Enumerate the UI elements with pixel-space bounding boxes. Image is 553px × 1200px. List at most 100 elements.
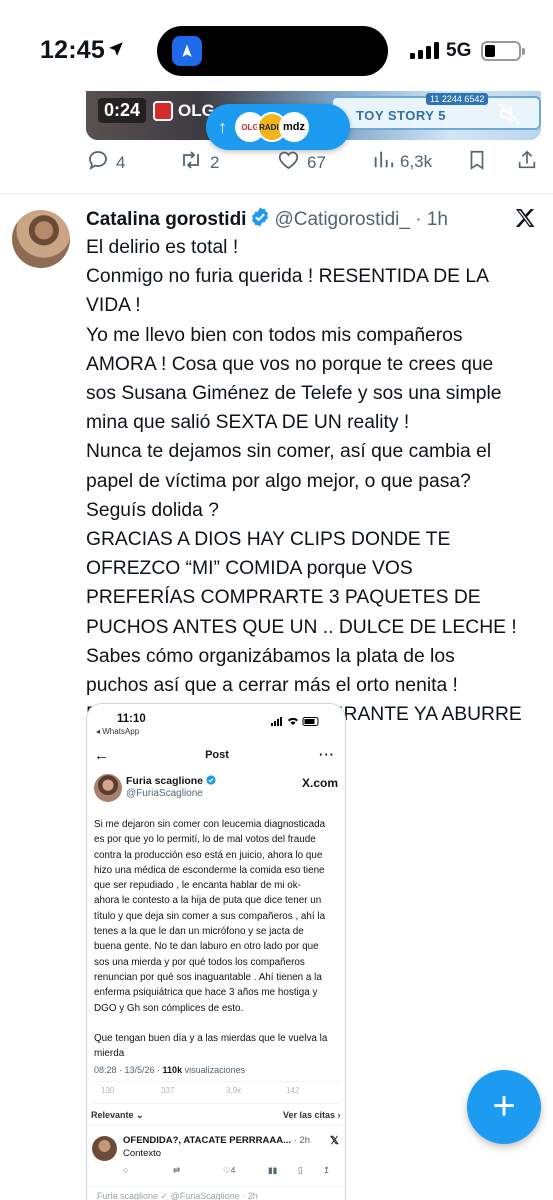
embed-divider [87,1124,345,1125]
embed-stat-bookmarks: 142 [286,1086,300,1095]
tweet-line: Seguís dolida ? [86,499,219,521]
heart-icon [276,148,301,177]
repost-button[interactable]: 2 [178,148,219,177]
views-count: 6,3k [400,151,433,171]
tweet-line: Yo me llevo bien con todos mis compañero… [86,324,463,346]
share-icon [516,148,538,177]
channel-logo [153,101,173,121]
video-banner-text: TOY STORY 5 [356,108,447,123]
embed-author-handle: @FuriaScaglione [126,788,203,799]
author-handle[interactable]: @Catigorostidi_ [274,209,409,230]
tweet-line: PREFERÍAS COMPRARTE 3 PAQUETES DE [86,587,481,609]
embed-reply-avatar [92,1136,117,1161]
verified-badge-icon [249,206,271,234]
tweet-line: mina que salió SEXTA DE UN reality ! [86,412,410,434]
embed-reply-text: Contexto [123,1148,162,1159]
embed-repost-icon: ⇄ [173,1165,181,1175]
share-button[interactable] [516,148,538,177]
embed-author-name: Furia scaglione [126,775,216,787]
embed-text-line: ahora le contesto a la hija de puta que … [94,895,322,907]
reply-icon [86,148,110,177]
embed-meta-views-label: visualizaciones [182,1065,246,1075]
embed-avatar [94,774,122,802]
tweet-line: AMORA ! Cosa que vos no porque te crees … [86,353,494,375]
embed-divider [94,1103,340,1104]
embed-meta-date: 08:28 · 13/5/26 · [94,1065,163,1075]
embed-text-line: mierda [94,1048,125,1060]
embed-reply-time: · 2h [291,1135,311,1146]
embed-text-line: contra la producción eso está en juicio,… [94,849,323,861]
embed-divider [94,1081,340,1082]
tweet-line: OFREZCO “MI” COMIDA porque VOS [86,558,413,580]
dynamic-island[interactable] [157,26,388,76]
bookmark-button[interactable] [466,148,488,177]
embedded-screenshot[interactable]: 11:10 ◂ WhatsApp ← Post ··· Furia scagli… [86,703,346,1200]
tweet-line: VIDA ! [86,295,141,317]
arrow-up-icon: ↑ [218,116,227,137]
tweet-divider [0,193,553,194]
tweet-time: · 1h [415,209,448,230]
tweet-line: El delirio es total ! [86,237,239,258]
battery-icon [481,41,525,61]
embed-xcom-logo: X.com [302,776,339,790]
repost-icon [178,148,204,177]
compose-button[interactable]: + [467,1070,541,1144]
tweet-text: El delirio es total ! Conmigo no furia q… [86,233,542,729]
embed-relevant-filter: Relevante ⌄ [91,1110,144,1120]
previous-tweet-actions: 4 2 67 6,3k [86,148,541,178]
embed-reply-x-icon: 𝕏 [330,1135,339,1147]
embed-text-line: es por que yo lo permití, lo de mal voto… [94,834,316,846]
embed-share-icon: ↥ [323,1165,331,1175]
embed-next-reply: Furia scaglione ✓ @FuriaScaglione · 2h [97,1191,258,1200]
avatar[interactable] [12,210,70,268]
embed-stat-likes: 3,9k [226,1086,242,1095]
location-arrow-icon [107,40,125,63]
embed-text-line: sos una mierda y por qué todos los compa… [94,956,305,968]
embed-stat-reposts: 337 [161,1086,175,1095]
plus-icon: + [492,1083,516,1128]
embed-header-title: Post [205,749,229,761]
embed-stat-replies: 130 [101,1086,115,1095]
embed-like: ♡ 4 [223,1165,236,1175]
embed-reply-author: OFENDIDA?, ATACATE PERRRAAA... · 2h [123,1135,310,1146]
embed-back-to-app: ◂ WhatsApp [96,727,140,736]
tweet-line: papel de víctima por algo mejor, o que p… [86,470,471,492]
network-type: 5G [446,40,472,61]
embed-reply-actions: ○ ⇄ ♡ 4 ▮▮ ▯ ↥ [123,1165,333,1177]
embed-reply-like-count: 4 [230,1165,236,1175]
video-time: 0:24 [98,98,147,123]
embed-more-icon: ··· [319,747,335,762]
tweet-line: puchos así que a cerrar más el orto neni… [86,675,458,697]
mute-icon[interactable] [497,101,523,132]
embed-text-line: título y que deja sin comer a sus compañ… [94,910,326,922]
cellular-signal-icon [410,42,439,59]
embed-text-line: tenes a la que le dan un micrófono y se … [94,926,304,938]
new-posts-pill[interactable]: ↑ OLG RADIO mdz [206,104,350,150]
pill-avatar: mdz [279,112,309,142]
tweet-line: Nunca te dejamos sin comer, así que camb… [86,441,492,463]
embed-stats-row: 130 337 3,9k 142 [101,1086,341,1098]
views-icon [372,148,394,175]
video-overlay-number: 11 2244 6542 [426,93,489,105]
author-name[interactable]: Catalina gorostidi [86,209,246,230]
embed-divider [87,1186,345,1187]
views-button[interactable]: 6,3k [372,148,432,175]
embed-post-meta: 08:28 · 13/5/26 · 110k visualizaciones [94,1065,245,1075]
navigation-arrow-icon [172,36,202,66]
embed-text-line: Si me dejaron sin comer con leucemia dia… [94,819,326,830]
embed-meta-views: 110k [162,1065,183,1075]
embed-text-line [94,1016,342,1031]
bookmark-icon [466,148,488,177]
embed-text-line: renuncian por qué sos inaguantable . Ahí… [94,971,322,983]
embed-text-line: Que tengan buen día y a las mierdas que … [94,1033,328,1045]
reply-count: 4 [116,152,126,172]
reply-button[interactable]: 4 [86,148,125,177]
embed-text-line: enferma psiquiátrica que hace 3 años me … [94,987,318,999]
embed-text-line: hizo una médica de esconderme la comida … [94,864,325,876]
embed-author-name-text: Furia scaglione [126,775,204,787]
tweet-line: Sabes cómo organizábamos la plata de los [86,645,455,667]
embed-text-line: DGO y Gh son cómplices de esto. [94,1002,244,1014]
x-logo-icon [513,206,537,235]
like-button[interactable]: 67 [276,148,326,177]
embed-views-icon: ▮▮ [268,1165,278,1175]
